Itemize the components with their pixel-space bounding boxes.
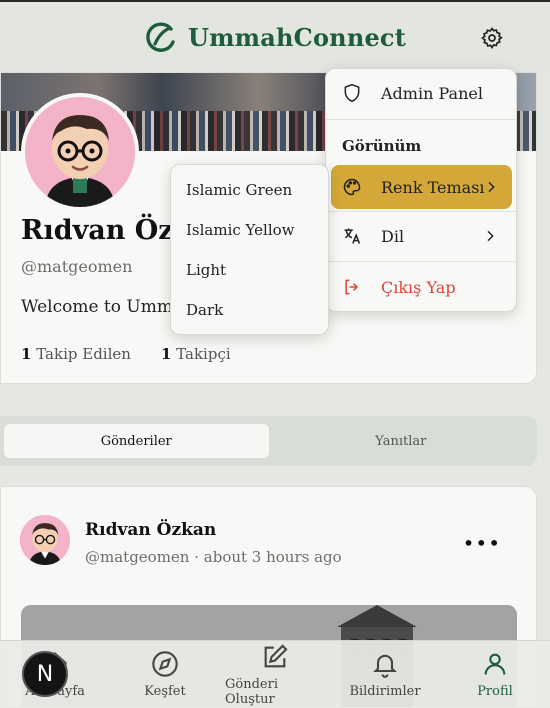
- theme-option-dark[interactable]: Dark: [186, 301, 223, 319]
- tab-posts[interactable]: Gönderiler: [4, 424, 269, 458]
- nav-notifications[interactable]: Bildirimler: [335, 650, 435, 699]
- theme-option-islamic-green[interactable]: Islamic Green: [186, 181, 292, 199]
- more-horizontal-icon[interactable]: •••: [463, 531, 501, 555]
- nav-profile[interactable]: Profil: [445, 650, 545, 699]
- chevron-right-icon: [488, 181, 495, 193]
- compass-icon: [152, 651, 178, 677]
- theme-option-light[interactable]: Light: [186, 261, 226, 279]
- bell-icon: [373, 654, 397, 678]
- following-link[interactable]: 1 Takip Edilen: [21, 345, 131, 363]
- menu-color-theme[interactable]: Renk Teması: [331, 165, 512, 209]
- followers-link[interactable]: 1 Takipçi: [161, 345, 231, 363]
- theme-option-islamic-yellow[interactable]: Islamic Yellow: [186, 221, 295, 239]
- follow-stats: 1 Takip Edilen 1 Takipçi: [21, 345, 231, 363]
- chevron-right-icon: [487, 230, 494, 242]
- shield-icon: [344, 83, 360, 103]
- menu-heading-appearance: Görünüm: [342, 137, 422, 155]
- menu-admin-panel[interactable]: Admin Panel: [326, 71, 516, 115]
- translate-icon: [344, 228, 361, 244]
- profile-tabs: Gönderiler Yanıtlar: [0, 416, 537, 466]
- tab-replies[interactable]: Yanıtlar: [269, 424, 534, 458]
- brand-logo-icon: [146, 22, 175, 52]
- brand[interactable]: UmmahConnect: [144, 20, 406, 54]
- menu-logout[interactable]: Çıkış Yap: [326, 265, 516, 309]
- nav-create-post[interactable]: Gönderi Oluştur: [225, 643, 325, 707]
- post-meta: @matgeomen · about 3 hours ago: [85, 548, 342, 566]
- brand-title: UmmahConnect: [187, 22, 407, 52]
- floating-badge-button[interactable]: N: [22, 651, 68, 697]
- theme-submenu: Islamic Green Islamic Yellow Light Dark: [170, 164, 329, 335]
- top-bar: UmmahConnect: [0, 0, 550, 72]
- menu-language[interactable]: Dil: [326, 214, 516, 258]
- user-icon: [484, 653, 506, 675]
- post-avatar[interactable]: [20, 515, 70, 565]
- edit-icon: [264, 643, 288, 667]
- bottom-nav: Anasayfa Keşfet Gönderi Oluştur Bildirim…: [0, 640, 550, 708]
- profile-handle: @matgeomen: [21, 257, 133, 276]
- post-author[interactable]: Rıdvan Özkan: [85, 520, 216, 540]
- avatar[interactable]: [21, 93, 139, 211]
- palette-icon: [343, 178, 361, 196]
- gear-icon[interactable]: [480, 26, 504, 50]
- logout-icon: [345, 279, 359, 295]
- settings-menu: Admin Panel Görünüm Renk Teması Dil Çıkı…: [325, 68, 517, 312]
- nav-explore[interactable]: Keşfet: [115, 650, 215, 699]
